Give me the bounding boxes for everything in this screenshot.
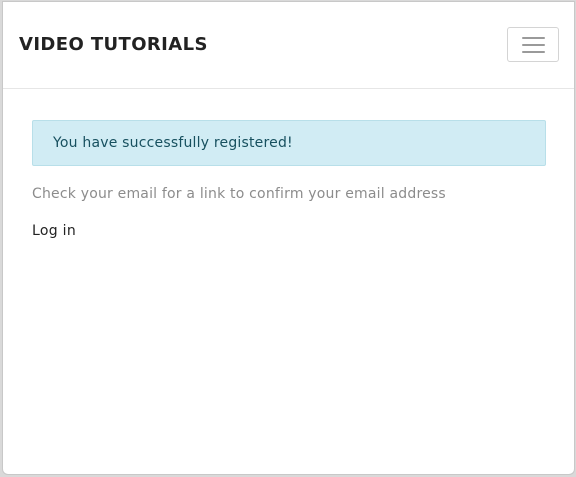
login-link[interactable]: Log in <box>32 222 76 240</box>
navbar: VIDEO TUTORIALS <box>3 2 574 89</box>
confirm-email-text: Check your email for a link to confirm y… <box>32 186 446 202</box>
menu-toggle-button[interactable] <box>507 27 559 62</box>
hamburger-menu-icon <box>522 44 545 46</box>
hamburger-menu-icon <box>522 51 545 53</box>
hamburger-menu-icon <box>522 37 545 39</box>
success-alert: You have successfully registered! <box>32 120 546 166</box>
brand-title[interactable]: VIDEO TUTORIALS <box>19 34 208 56</box>
app-window: VIDEO TUTORIALS You have successfully re… <box>2 1 575 475</box>
